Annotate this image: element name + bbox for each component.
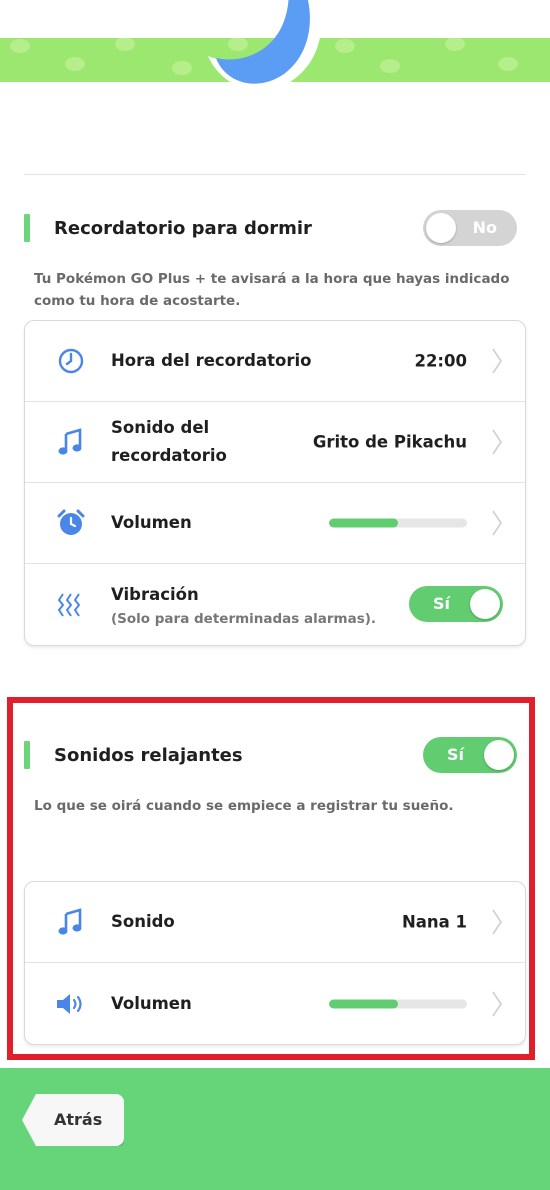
chevron-right-icon — [492, 429, 502, 455]
highlight-frame — [7, 697, 535, 1060]
row-label: Sonido del recordatorio — [111, 418, 227, 465]
reminder-time-row[interactable]: Hora del recordatorio 22:00 — [25, 321, 525, 402]
section-description: Tu Pokémon GO Plus + te avisará a la hor… — [34, 271, 510, 309]
back-button[interactable]: Atrás — [22, 1094, 125, 1146]
moon-icon — [208, 0, 322, 91]
reminder-volume-row[interactable]: Volumen — [25, 483, 525, 564]
section-marker — [24, 214, 30, 242]
vibration-label: Vibración — [111, 584, 199, 604]
toggle-knob — [426, 213, 456, 243]
chevron-right-icon — [492, 348, 502, 374]
vibration-row: Vibración (Solo para determinadas alarma… — [25, 564, 525, 645]
chevron-right-icon — [492, 510, 502, 536]
row-label: Volumen — [111, 513, 192, 532]
sleep-reminder-toggle[interactable]: No — [423, 210, 517, 246]
music-note-icon — [55, 426, 87, 458]
vibration-toggle[interactable]: Sí — [409, 586, 503, 622]
clock-icon — [55, 345, 87, 377]
toggle-label: Sí — [433, 594, 451, 613]
toggle-label: No — [472, 218, 497, 237]
reminder-sound-row[interactable]: Sonido del recordatorio Grito de Pikachu — [25, 402, 525, 483]
section-title: Recordatorio para dormir — [54, 217, 312, 239]
vibration-sublabel: (Solo para determinadas alarmas). — [111, 610, 377, 627]
alarm-clock-icon — [55, 507, 87, 539]
volume-slider[interactable] — [329, 518, 467, 528]
row-label: Vibración (Solo para determinadas alarma… — [111, 581, 376, 629]
footer-bar: Atrás — [0, 1068, 550, 1190]
row-value: Grito de Pikachu — [312, 432, 467, 452]
row-label: Hora del recordatorio — [111, 351, 312, 370]
sleep-reminder-settings: Hora del recordatorio 22:00 Sonido del r… — [24, 320, 526, 646]
volume-slider-fill — [329, 518, 398, 528]
row-value: 22:00 — [414, 351, 467, 371]
vibration-icon — [55, 589, 87, 621]
divider — [24, 174, 526, 175]
toggle-knob — [470, 589, 500, 619]
